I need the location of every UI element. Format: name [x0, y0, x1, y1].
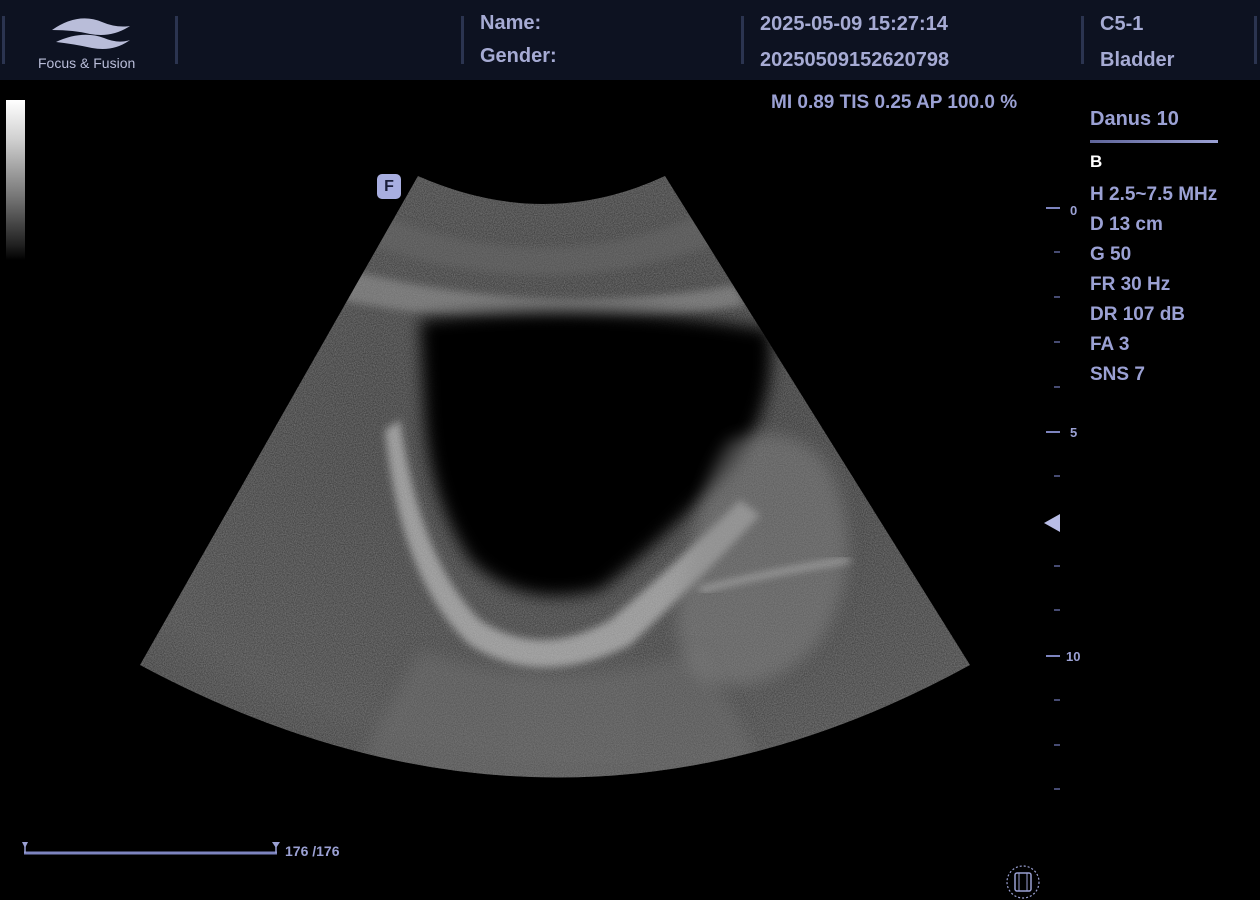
depth-label-0: 0	[1070, 203, 1078, 218]
param-sensitivity: SNS 7	[1090, 364, 1145, 385]
depth-label-5: 5	[1070, 425, 1078, 440]
frame-marker-badge: F	[377, 174, 401, 199]
focus-position-marker[interactable]	[1044, 514, 1060, 532]
param-frame-rate: FR 30 Hz	[1090, 274, 1171, 295]
device-underline	[1090, 140, 1218, 143]
cine-frame-counter: 176 /176	[285, 843, 340, 859]
depth-label-10: 10	[1066, 649, 1081, 664]
param-dynamic-range: DR 107 dB	[1090, 304, 1186, 325]
device-name: Danus 10	[1090, 108, 1179, 130]
cine-film-icon[interactable]	[1005, 864, 1041, 900]
param-gain: G 50	[1090, 244, 1132, 265]
param-frame-average: FA 3	[1090, 334, 1130, 355]
imaging-mode: B	[1090, 152, 1103, 171]
param-depth: D 13 cm	[1090, 214, 1163, 235]
param-frequency: H 2.5~7.5 MHz	[1090, 184, 1218, 205]
